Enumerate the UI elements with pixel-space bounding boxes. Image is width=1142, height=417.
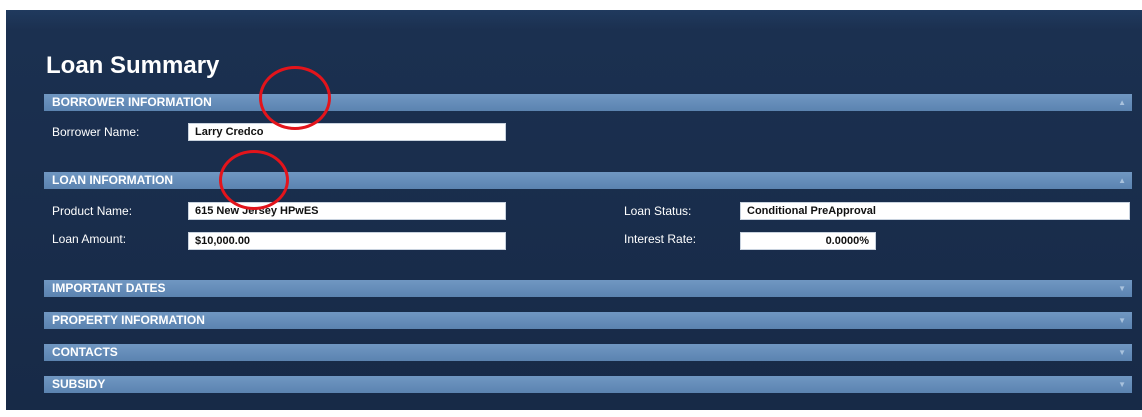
- collapse-arrow-icon[interactable]: ▲: [1118, 94, 1126, 111]
- section-header-property-information[interactable]: PROPERTY INFORMATION ▼: [44, 312, 1132, 329]
- page-title: Loan Summary: [46, 52, 220, 79]
- section-header-borrower-information[interactable]: BORROWER INFORMATION ▲: [44, 94, 1132, 111]
- section-label: IMPORTANT DATES: [52, 281, 166, 295]
- borrower-name-field[interactable]: Larry Credco: [188, 123, 506, 141]
- section-header-subsidy[interactable]: SUBSIDY ▼: [44, 376, 1132, 393]
- section-label: LOAN INFORMATION: [52, 173, 174, 187]
- borrower-name-label: Borrower Name:: [52, 125, 140, 139]
- expand-arrow-icon[interactable]: ▼: [1118, 344, 1126, 361]
- section-label: PROPERTY INFORMATION: [52, 313, 205, 327]
- product-name-field[interactable]: 615 New Jersey HPwES: [188, 202, 506, 220]
- interest-rate-label: Interest Rate:: [624, 232, 697, 246]
- loan-status-label: Loan Status:: [624, 204, 692, 218]
- product-name-label: Product Name:: [52, 204, 133, 218]
- loan-summary-panel: Loan Summary BORROWER INFORMATION ▲ Borr…: [6, 10, 1142, 410]
- section-header-important-dates[interactable]: IMPORTANT DATES ▼: [44, 280, 1132, 297]
- section-label: BORROWER INFORMATION: [52, 95, 212, 109]
- section-label: CONTACTS: [52, 345, 118, 359]
- loan-status-field[interactable]: Conditional PreApproval: [740, 202, 1130, 220]
- collapse-arrow-icon[interactable]: ▲: [1118, 172, 1126, 189]
- expand-arrow-icon[interactable]: ▼: [1118, 312, 1126, 329]
- section-header-loan-information[interactable]: LOAN INFORMATION ▲: [44, 172, 1132, 189]
- expand-arrow-icon[interactable]: ▼: [1118, 280, 1126, 297]
- loan-amount-field[interactable]: $10,000.00: [188, 232, 506, 250]
- expand-arrow-icon[interactable]: ▼: [1118, 376, 1126, 393]
- section-label: SUBSIDY: [52, 377, 106, 391]
- loan-amount-label: Loan Amount:: [52, 232, 127, 246]
- interest-rate-field[interactable]: 0.0000%: [740, 232, 876, 250]
- section-header-contacts[interactable]: CONTACTS ▼: [44, 344, 1132, 361]
